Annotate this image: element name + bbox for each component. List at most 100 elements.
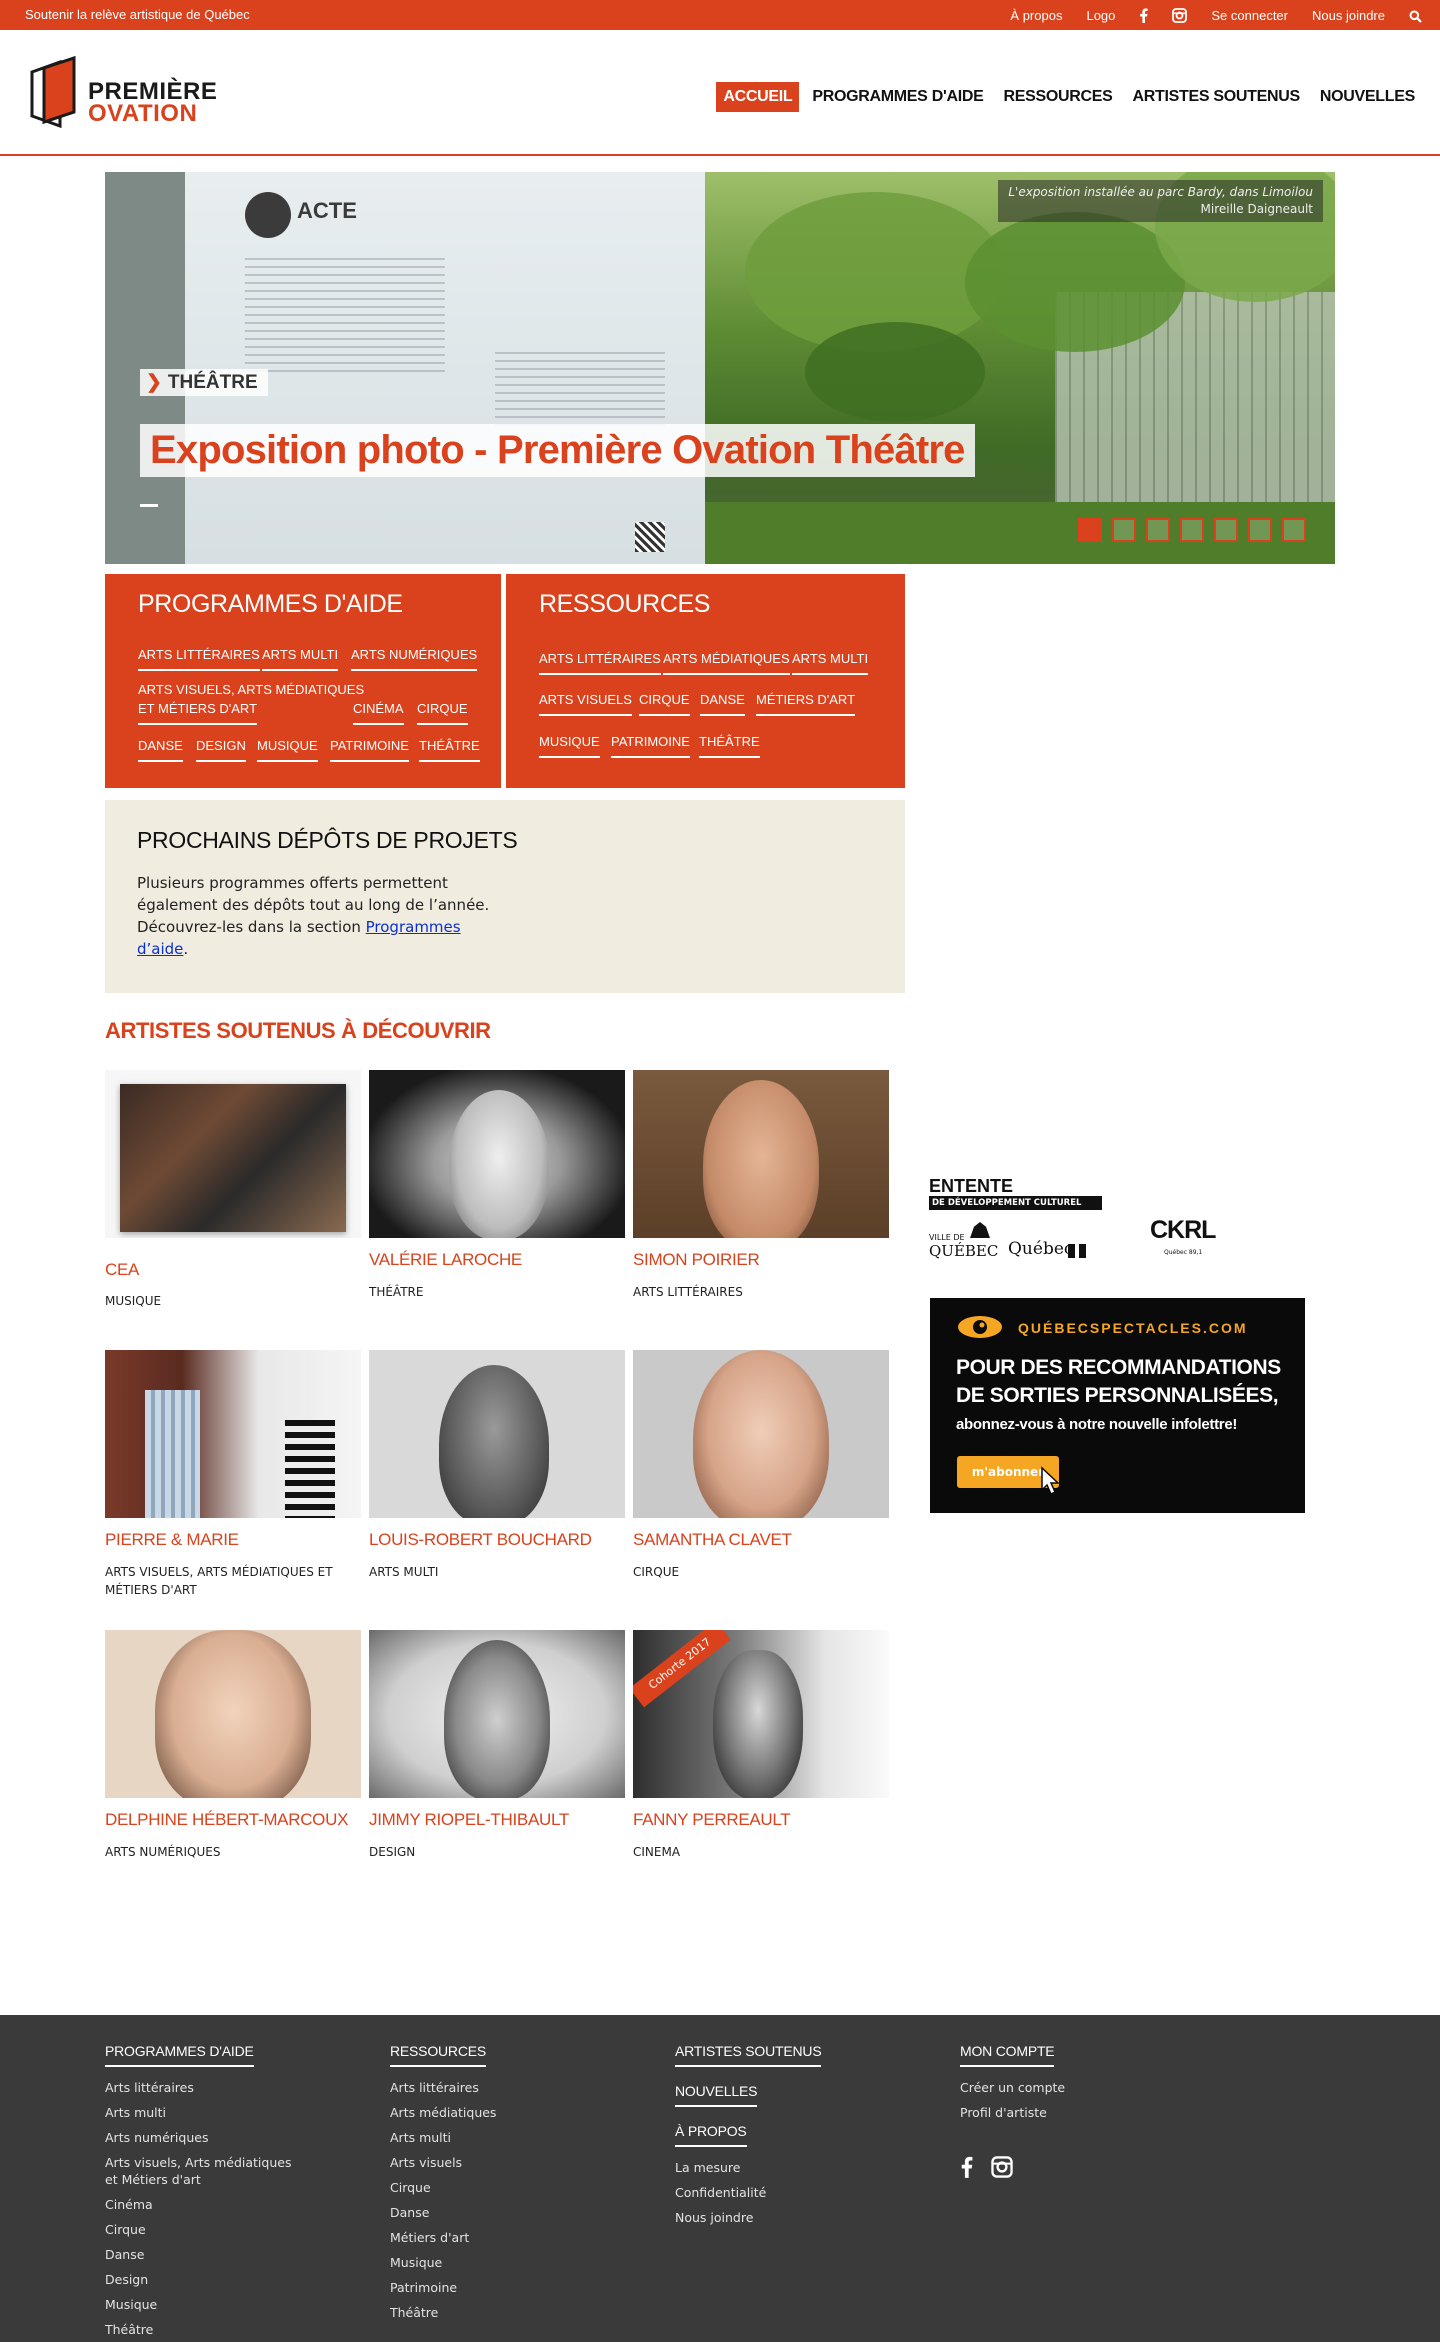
- prog-tag-patrimoine[interactable]: PATRIMOINE: [330, 738, 409, 762]
- nav-artistes[interactable]: ARTISTES SOUTENUS: [1126, 82, 1307, 112]
- artist-name[interactable]: SIMON POIRIER: [633, 1250, 760, 1270]
- footer-heading[interactable]: RESSOURCES: [390, 2043, 486, 2067]
- footer-link[interactable]: Métiers d'art: [390, 2229, 496, 2246]
- prog-tag-design[interactable]: DESIGN: [196, 738, 246, 762]
- artist-photo[interactable]: [105, 1630, 361, 1798]
- prog-tag-theatre[interactable]: THÉÂTRE: [419, 738, 480, 762]
- footer-link[interactable]: Musique: [390, 2254, 496, 2271]
- res-tag-multi[interactable]: ARTS MULTI: [792, 651, 869, 675]
- footer-link[interactable]: Arts médiatiques: [390, 2104, 496, 2121]
- footer-link[interactable]: La mesure: [675, 2159, 821, 2176]
- slider-dot[interactable]: [1214, 518, 1238, 542]
- footer-heading[interactable]: À PROPOS: [675, 2123, 747, 2147]
- footer-link[interactable]: Arts multi: [390, 2129, 496, 2146]
- instagram-icon[interactable]: [991, 2156, 1013, 2182]
- footer-link[interactable]: Arts littéraires: [105, 2079, 291, 2096]
- prog-tag-multi[interactable]: ARTS MULTI: [262, 647, 339, 671]
- entente-logos[interactable]: ENTENTE DE DÉVELOPPEMENT CULTUREL VILLE …: [928, 1176, 1228, 1260]
- footer-link[interactable]: Confidentialité: [675, 2184, 821, 2201]
- footer-link[interactable]: Arts visuels, Arts médiatiques: [105, 2154, 291, 2171]
- footer-link[interactable]: Cirque: [105, 2221, 291, 2238]
- instagram-icon[interactable]: [1172, 7, 1188, 23]
- res-tag-theatre[interactable]: THÉÂTRE: [699, 734, 760, 758]
- res-tag-danse[interactable]: DANSE: [700, 692, 745, 716]
- hero-category[interactable]: ❯ THÉÂTRE: [140, 369, 268, 396]
- footer-link[interactable]: Danse: [105, 2246, 291, 2263]
- artist-photo[interactable]: [633, 1350, 889, 1518]
- artist-photo[interactable]: [105, 1350, 361, 1518]
- res-tag-musique[interactable]: MUSIQUE: [539, 734, 600, 758]
- top-link-logo[interactable]: Logo: [1086, 8, 1115, 23]
- quebecspectacles-ad[interactable]: QUÉBECSPECTACLES.COM POUR DES RECOMMANDA…: [930, 1298, 1305, 1513]
- artist-photo[interactable]: [369, 1630, 625, 1798]
- res-tag-cirque[interactable]: CIRQUE: [639, 692, 690, 716]
- footer-link[interactable]: Arts numériques: [105, 2129, 291, 2146]
- programmes-title[interactable]: PROGRAMMES D'AIDE: [138, 590, 403, 619]
- footer-link[interactable]: Arts multi: [105, 2104, 291, 2121]
- nav-ressources[interactable]: RESSOURCES: [997, 82, 1120, 112]
- artist-name[interactable]: LOUIS-ROBERT BOUCHARD: [369, 1530, 592, 1550]
- footer-link[interactable]: Patrimoine: [390, 2279, 496, 2296]
- artist-name[interactable]: JIMMY RIOPEL-THIBAULT: [369, 1810, 569, 1830]
- footer-link[interactable]: Musique: [105, 2296, 291, 2313]
- res-tag-mediatiques[interactable]: ARTS MÉDIATIQUES: [663, 651, 790, 675]
- res-tag-patrimoine[interactable]: PATRIMOINE: [611, 734, 690, 758]
- footer-link[interactable]: Danse: [390, 2204, 496, 2221]
- artist-name[interactable]: SAMANTHA CLAVET: [633, 1530, 792, 1550]
- hero-title[interactable]: Exposition photo - Première Ovation Théâ…: [140, 424, 975, 477]
- footer-heading[interactable]: ARTISTES SOUTENUS: [675, 2043, 822, 2067]
- facebook-icon[interactable]: [1139, 7, 1148, 24]
- facebook-icon[interactable]: [960, 2155, 973, 2183]
- artist-name[interactable]: CEA: [105, 1260, 139, 1280]
- footer-heading[interactable]: MON COMPTE: [960, 2043, 1055, 2067]
- prog-tag-visuels-line1[interactable]: ARTS VISUELS, ARTS MÉDIATIQUES: [138, 682, 364, 698]
- footer-heading[interactable]: NOUVELLES: [675, 2083, 757, 2107]
- artist-photo[interactable]: [369, 1070, 625, 1238]
- footer-heading[interactable]: PROGRAMMES D'AIDE: [105, 2043, 254, 2067]
- prog-tag-danse[interactable]: DANSE: [138, 738, 183, 762]
- footer-link[interactable]: Théâtre: [105, 2321, 291, 2338]
- top-link-login[interactable]: Se connecter: [1211, 8, 1288, 23]
- footer-link[interactable]: Cinéma: [105, 2196, 291, 2213]
- artist-photo[interactable]: [369, 1350, 625, 1518]
- res-tag-metiers[interactable]: MÉTIERS D'ART: [756, 692, 856, 716]
- slider-dot[interactable]: [1146, 518, 1170, 542]
- footer-link[interactable]: Design: [105, 2271, 291, 2288]
- prog-tag-musique[interactable]: MUSIQUE: [257, 738, 318, 762]
- nav-nouvelles[interactable]: NOUVELLES: [1313, 82, 1422, 112]
- slider-dot[interactable]: [1248, 518, 1272, 542]
- footer-link[interactable]: Arts visuels: [390, 2154, 496, 2171]
- prog-tag-numeriques[interactable]: ARTS NUMÉRIQUES: [351, 647, 478, 671]
- top-link-apropos[interactable]: À propos: [1010, 8, 1062, 23]
- search-icon[interactable]: [1409, 7, 1422, 23]
- nav-accueil[interactable]: ACCUEIL: [716, 82, 800, 112]
- prog-tag-visuels-line2[interactable]: ET MÉTIERS D'ART: [138, 701, 258, 725]
- artist-name[interactable]: PIERRE & MARIE: [105, 1530, 239, 1550]
- artist-name[interactable]: VALÉRIE LAROCHE: [369, 1250, 522, 1270]
- footer-link[interactable]: Arts littéraires: [390, 2079, 496, 2096]
- slider-dot[interactable]: [1180, 518, 1204, 542]
- artist-name[interactable]: DELPHINE HÉBERT-MARCOUX: [105, 1810, 348, 1830]
- slider-dot[interactable]: [1112, 518, 1136, 542]
- artist-photo[interactable]: [105, 1070, 361, 1238]
- nav-programmes[interactable]: PROGRAMMES D'AIDE: [805, 82, 990, 112]
- ressources-title[interactable]: RESSOURCES: [539, 590, 710, 619]
- res-tag-litteraires[interactable]: ARTS LITTÉRAIRES: [539, 651, 661, 675]
- footer-link[interactable]: Théâtre: [390, 2304, 496, 2321]
- footer-link[interactable]: Cirque: [390, 2179, 496, 2196]
- artist-name[interactable]: FANNY PERREAULT: [633, 1810, 791, 1830]
- footer-link[interactable]: Profil d'artiste: [960, 2104, 1065, 2121]
- slider-dot[interactable]: [1282, 518, 1306, 542]
- res-tag-visuels[interactable]: ARTS VISUELS: [539, 692, 632, 716]
- footer-link[interactable]: et Métiers d'art: [105, 2171, 291, 2188]
- prog-tag-cirque[interactable]: CIRQUE: [417, 701, 468, 725]
- slider-dot[interactable]: [1078, 518, 1102, 542]
- footer-link[interactable]: Nous joindre: [675, 2209, 821, 2226]
- site-logo[interactable]: PREMIÈRE OVATION: [24, 52, 234, 132]
- prog-tag-litteraires[interactable]: ARTS LITTÉRAIRES: [138, 647, 260, 671]
- hero-slider[interactable]: ACTE L'exposition installée au parc Bard…: [105, 172, 1335, 564]
- artist-photo[interactable]: [633, 1070, 889, 1238]
- footer-link[interactable]: Créer un compte: [960, 2079, 1065, 2096]
- top-link-contact[interactable]: Nous joindre: [1312, 8, 1385, 23]
- artist-photo[interactable]: Cohorte 2017: [633, 1630, 889, 1798]
